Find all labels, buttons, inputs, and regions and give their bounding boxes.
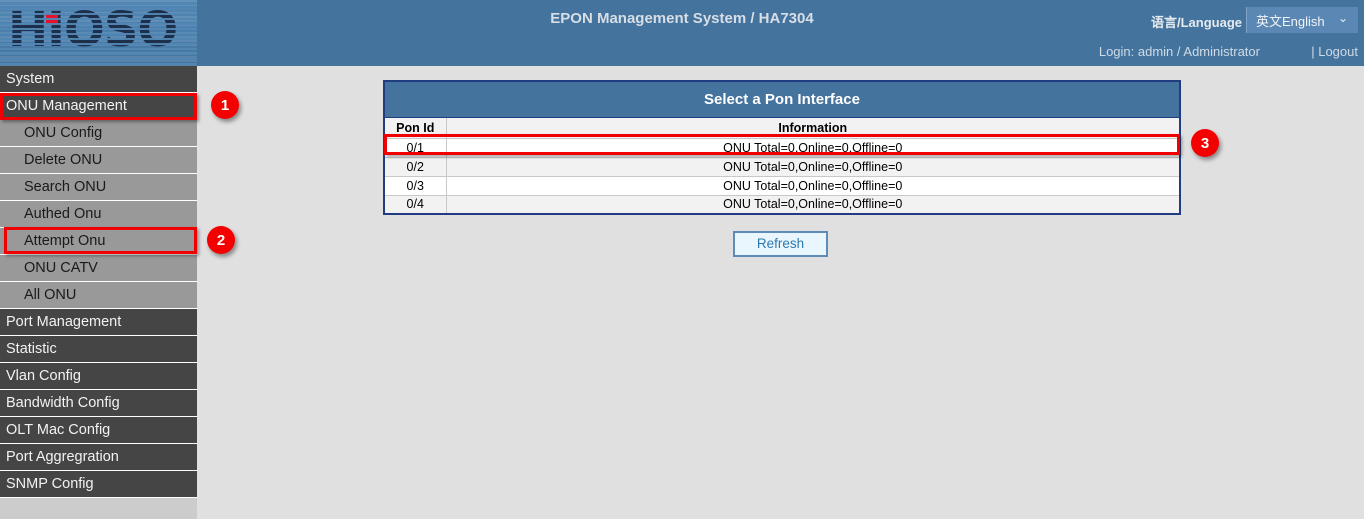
cell-information: ONU Total=0,Online=0,Offline=0: [446, 176, 1180, 195]
sidebar-item-search-onu[interactable]: Search ONU: [0, 174, 197, 201]
language-select[interactable]: 英文English ⌄: [1246, 7, 1358, 33]
table-row[interactable]: 0/4ONU Total=0,Online=0,Offline=0: [384, 195, 1180, 214]
sidebar-item-port-management[interactable]: Port Management: [0, 309, 197, 336]
cell-pon-id: 0/1: [384, 138, 446, 157]
column-header-pon-id: Pon Id: [384, 117, 446, 138]
logout-link[interactable]: | Logout: [1311, 44, 1358, 59]
table-row[interactable]: 0/3ONU Total=0,Online=0,Offline=0: [384, 176, 1180, 195]
language-label: 语言/Language: [1151, 12, 1242, 31]
app-header: HIOSO EPON Management System / HA7304 语言…: [0, 0, 1364, 66]
main-content: Select a Pon Interface Pon Id Informatio…: [197, 66, 1364, 519]
sidebar-item-all-onu[interactable]: All ONU: [0, 282, 197, 309]
language-select-value: 英文English: [1256, 11, 1325, 30]
cell-information: ONU Total=0,Online=0,Offline=0: [446, 157, 1180, 176]
sidebar-item-olt-mac-config[interactable]: OLT Mac Config: [0, 417, 197, 444]
cell-information: ONU Total=0,Online=0,Offline=0: [446, 195, 1180, 214]
cell-information: ONU Total=0,Online=0,Offline=0: [446, 138, 1180, 157]
sidebar-item-statistic[interactable]: Statistic: [0, 336, 197, 363]
cell-pon-id: 0/2: [384, 157, 446, 176]
session-info: Login: admin / Administrator | Logout: [1099, 44, 1358, 59]
table-row[interactable]: 0/2ONU Total=0,Online=0,Offline=0: [384, 157, 1180, 176]
sidebar-item-delete-onu[interactable]: Delete ONU: [0, 147, 197, 174]
sidebar-item-snmp-config[interactable]: SNMP Config: [0, 471, 197, 498]
table-row[interactable]: 0/1ONU Total=0,Online=0,Offline=0: [384, 138, 1180, 157]
sidebar-item-system[interactable]: System: [0, 66, 197, 93]
sidebar-item-authed-onu[interactable]: Authed Onu: [0, 201, 197, 228]
pon-interface-table: Select a Pon Interface Pon Id Informatio…: [383, 80, 1181, 215]
chevron-down-icon: ⌄: [1338, 11, 1348, 25]
sidebar-item-onu-config[interactable]: ONU Config: [0, 120, 197, 147]
annotation-badge-2: 2: [207, 226, 235, 254]
refresh-button[interactable]: Refresh: [733, 231, 828, 257]
table-header-row: Pon Id Information: [384, 117, 1180, 138]
sidebar-nav: SystemONU ManagementONU ConfigDelete ONU…: [0, 66, 197, 519]
table-title-row: Select a Pon Interface: [384, 81, 1180, 117]
login-user-text: Login: admin / Administrator: [1099, 44, 1260, 59]
cell-pon-id: 0/3: [384, 176, 446, 195]
annotation-badge-3: 3: [1191, 129, 1219, 157]
sidebar-item-onu-catv[interactable]: ONU CATV: [0, 255, 197, 282]
sidebar-item-bandwidth-config[interactable]: Bandwidth Config: [0, 390, 197, 417]
sidebar-item-vlan-config[interactable]: Vlan Config: [0, 363, 197, 390]
sidebar-item-attempt-onu[interactable]: Attempt Onu: [0, 228, 197, 255]
table-title: Select a Pon Interface: [384, 81, 1180, 117]
sidebar-item-onu-management[interactable]: ONU Management: [0, 93, 197, 120]
column-header-information: Information: [446, 117, 1180, 138]
annotation-badge-1: 1: [211, 91, 239, 119]
sidebar-item-port-aggregration[interactable]: Port Aggregration: [0, 444, 197, 471]
cell-pon-id: 0/4: [384, 195, 446, 214]
refresh-button-container: Refresh: [197, 231, 1364, 257]
